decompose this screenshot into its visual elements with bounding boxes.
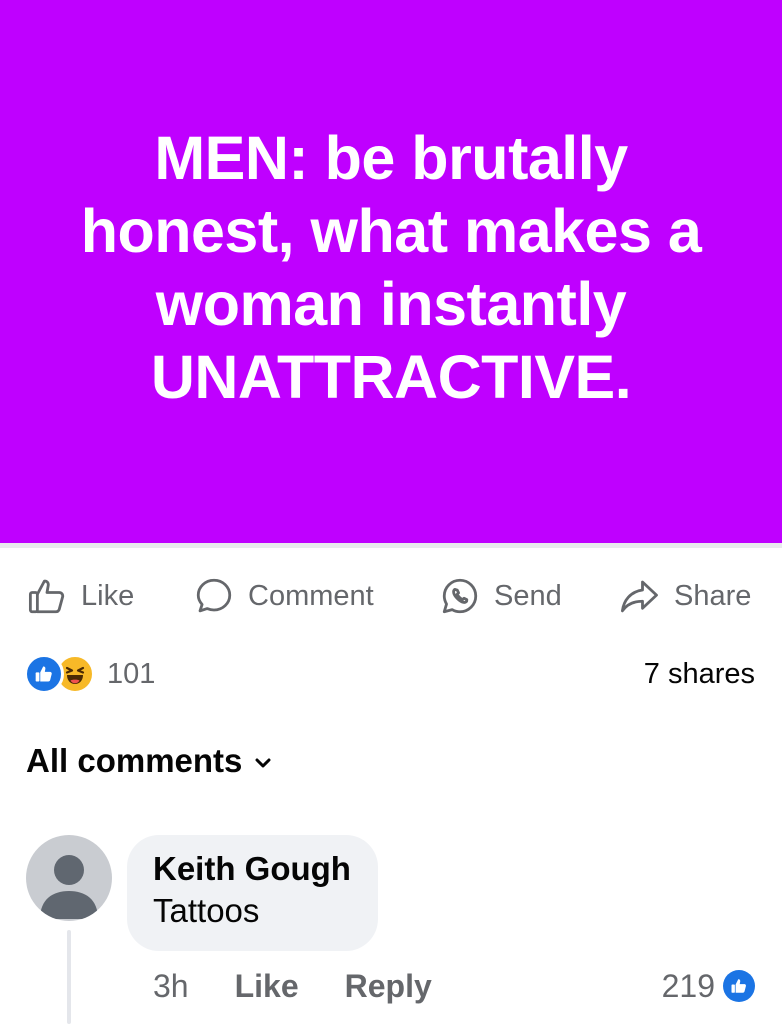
comment-reaction-summary[interactable]: 219 (662, 962, 755, 1010)
comment-button[interactable]: Comment (193, 566, 374, 626)
post-action-bar: Like Comment Send Share (0, 566, 782, 626)
comment-author[interactable]: Keith Gough (153, 849, 352, 889)
comment-reply-button[interactable]: Reply (345, 968, 432, 1005)
thumbs-up-icon (28, 579, 65, 614)
reaction-count: 101 (107, 657, 156, 690)
send-button[interactable]: Send (439, 566, 562, 626)
comment-button-label: Comment (248, 579, 374, 612)
like-button[interactable]: Like (26, 566, 134, 626)
share-button[interactable]: Share (617, 566, 751, 626)
comments-filter-dropdown[interactable]: All comments (26, 738, 272, 784)
comment-like-count: 219 (661, 967, 715, 1004)
divider (0, 543, 782, 548)
comment-timestamp[interactable]: 3h (153, 968, 189, 1005)
reactions-summary[interactable]: 101 (24, 652, 155, 696)
like-reaction-icon (723, 970, 755, 1002)
default-avatar-icon (40, 855, 98, 919)
comment-thread-line (67, 930, 71, 1024)
whatsapp-icon (442, 578, 478, 614)
like-reaction-icon (24, 654, 64, 694)
post-background-banner: MEN: be brutally honest, what makes a wo… (0, 0, 782, 543)
comment-meta: 3h Like Reply (153, 962, 432, 1010)
comment-text: Tattoos (153, 892, 260, 929)
comments-filter-label: All comments (26, 742, 243, 779)
share-count[interactable]: 7 shares (644, 652, 755, 696)
send-button-label: Send (494, 579, 562, 612)
speech-bubble-icon (196, 578, 232, 613)
share-button-label: Share (674, 579, 752, 612)
post-text: MEN: be brutally honest, what makes a wo… (80, 123, 702, 411)
like-button-label: Like (81, 579, 135, 612)
comment-bubble[interactable]: Keith Gough Tattoos (127, 835, 378, 951)
chevron-down-icon (255, 758, 271, 768)
avatar[interactable] (26, 835, 112, 921)
comment-like-button[interactable]: Like (235, 968, 299, 1005)
share-arrow-icon (620, 580, 658, 613)
